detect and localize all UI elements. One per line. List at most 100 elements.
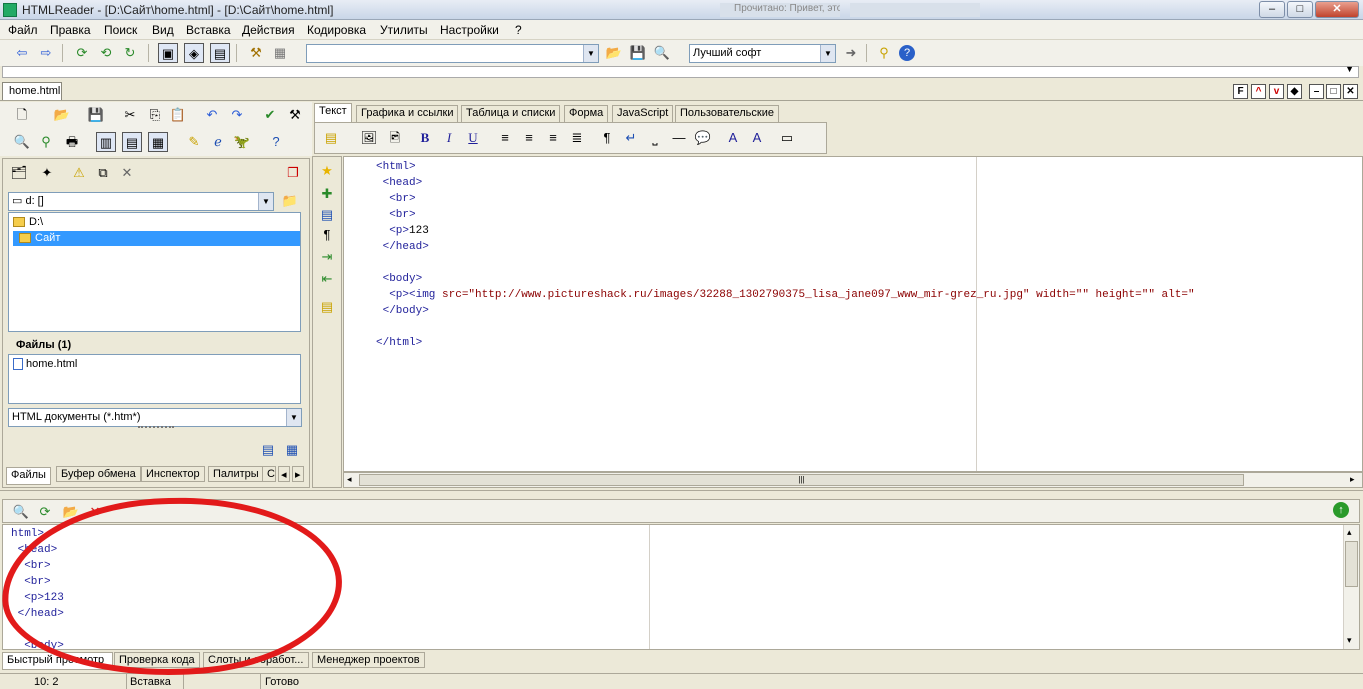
down-icon[interactable]: v — [1269, 84, 1284, 99]
save-icon[interactable]: 💾 — [86, 105, 106, 125]
menu-edit[interactable]: Правка — [50, 23, 91, 37]
tab-slots-handlers[interactable]: Слоты и обработ... — [203, 652, 309, 668]
paragraph-icon[interactable]: ¶ — [317, 225, 337, 245]
layout-3-icon[interactable]: ▦ — [148, 132, 168, 152]
tab-form[interactable]: Форма — [564, 105, 609, 122]
panel-window-icon[interactable]: ❐ — [283, 163, 303, 183]
editor-horizontal-scrollbar[interactable]: ◂ ||| ▸ — [343, 472, 1363, 488]
back-icon[interactable]: ⇦ — [12, 43, 32, 63]
edit-icon[interactable]: ✎ — [184, 132, 204, 152]
scroll-left-icon[interactable]: ◂ — [347, 474, 352, 485]
snippet-icon[interactable]: ▤ — [317, 297, 337, 317]
favorite-icon[interactable]: ★ — [317, 161, 337, 181]
chevron-down-icon[interactable]: ▼ — [820, 45, 835, 62]
preview-vertical-scrollbar[interactable]: ▴ ▾ — [1343, 525, 1359, 649]
menu-search[interactable]: Поиск — [104, 23, 137, 37]
comment-icon[interactable]: 💬 — [693, 128, 713, 148]
close-doc-button[interactable]: ✕ — [1343, 84, 1358, 99]
help-icon[interactable]: ? — [899, 45, 915, 61]
document-icon[interactable]: ▦ — [270, 43, 290, 63]
justify-icon[interactable]: ≣ — [567, 128, 587, 148]
up-icon[interactable]: ^ — [1251, 84, 1266, 99]
font-decrease-icon[interactable]: A — [723, 128, 743, 148]
preview-zoom-icon[interactable]: 🔍 — [11, 502, 31, 522]
zoom-icon[interactable]: 🔍 — [12, 132, 32, 152]
tab-code-check[interactable]: Проверка кода — [114, 652, 200, 668]
chevron-down-icon[interactable]: ▼ — [1345, 64, 1354, 74]
tab-quick-preview[interactable]: Быстрый просмотр — [2, 652, 113, 670]
outdent-icon[interactable]: ⇤ — [317, 269, 337, 289]
maximize-doc-button[interactable]: □ — [1326, 84, 1341, 99]
chevron-down-icon[interactable]: ▼ — [258, 193, 273, 210]
tab-tables-lists[interactable]: Таблица и списки — [461, 105, 561, 122]
background-taskbar-item[interactable]: Прочитано: Привет, это должностной... — [720, 3, 840, 17]
italic-icon[interactable]: I — [439, 128, 459, 148]
drive-select[interactable]: ▭ d: [] ▼ — [8, 192, 274, 211]
detail-view-icon[interactable]: ▦ — [282, 440, 302, 460]
tree-item-site[interactable]: Сайт — [13, 231, 300, 246]
search-icon[interactable]: 🔍 — [652, 43, 672, 63]
bold-icon[interactable]: B — [415, 128, 435, 148]
menu-settings[interactable]: Настройки — [440, 23, 499, 37]
font-increase-icon[interactable]: A — [747, 128, 767, 148]
add-favorite-icon[interactable]: ✚ — [317, 184, 337, 204]
quick-preview[interactable]: html> <head> <br> <br> <p>123 </head> <b… — [2, 524, 1360, 650]
tab-javascript[interactable]: JavaScript — [612, 105, 674, 122]
close-button[interactable]: ✕ — [1315, 1, 1359, 18]
image-2-icon[interactable]: 🖻 — [385, 128, 405, 148]
resize-grip[interactable] — [138, 426, 174, 430]
save-icon[interactable]: 💾 — [628, 43, 648, 63]
help-icon[interactable]: ? — [266, 132, 286, 152]
maximize-button[interactable]: □ — [1287, 1, 1313, 18]
new-file-icon[interactable]: 🗋 — [12, 105, 32, 125]
scroll-up-icon[interactable]: ▴ — [1347, 527, 1352, 538]
redo-icon[interactable]: ↷ — [227, 105, 247, 125]
browser-icon[interactable]: ℯ — [208, 132, 228, 152]
forward-icon[interactable]: ⇨ — [36, 43, 56, 63]
line-break-icon[interactable]: ↵ — [621, 128, 641, 148]
layout-1-icon[interactable]: ▥ — [96, 132, 116, 152]
url-combobox[interactable]: ▼ — [306, 44, 599, 63]
address-strip[interactable]: ▼ — [2, 64, 1359, 78]
menu-actions[interactable]: Действия — [242, 23, 295, 37]
document-tab[interactable]: home.html — [2, 82, 62, 100]
image-icon[interactable]: 🖼 — [359, 128, 379, 148]
preview-refresh-icon[interactable]: ⟳ — [35, 502, 55, 522]
paragraph-icon[interactable]: ¶ — [597, 128, 617, 148]
view-browser-icon[interactable]: ▤ — [210, 43, 230, 63]
scroll-right-icon[interactable]: ▸ — [1350, 474, 1355, 485]
go-icon[interactable]: ➜ — [841, 43, 861, 63]
diamond-icon[interactable]: ◆ — [1287, 84, 1302, 99]
list-view-icon[interactable]: ▤ — [258, 440, 278, 460]
file-item[interactable]: home.html — [13, 357, 77, 371]
folder-browse-icon[interactable]: 📁 — [280, 191, 300, 211]
splitter[interactable] — [0, 490, 1363, 498]
menu-utilities[interactable]: Утилиты — [380, 23, 428, 37]
open-icon[interactable]: 📂 — [52, 105, 72, 125]
preview-open-icon[interactable]: 📂 — [61, 502, 81, 522]
wizard-icon[interactable]: ⚒ — [246, 43, 266, 63]
mozilla-icon[interactable]: 🦖 — [232, 132, 252, 152]
cut-icon[interactable]: ✂ — [120, 105, 140, 125]
tab-palettes[interactable]: Палитры — [208, 466, 264, 482]
tab-scroll-right-icon[interactable]: ▸ — [292, 466, 304, 482]
warning-icon[interactable]: ⚠ — [69, 163, 89, 183]
format-button[interactable]: F — [1233, 84, 1248, 99]
layout-2-icon[interactable]: ▤ — [122, 132, 142, 152]
scroll-down-icon[interactable]: ▾ — [1347, 635, 1352, 646]
minimize-doc-button[interactable]: – — [1309, 84, 1324, 99]
spellcheck-icon[interactable]: ✔ — [260, 105, 280, 125]
tab-inspector[interactable]: Инспектор — [141, 466, 205, 482]
undo-icon[interactable]: ↶ — [202, 105, 222, 125]
preview-close-icon[interactable]: ✕ — [85, 502, 105, 522]
refresh-icon[interactable]: ⟳ — [72, 43, 92, 63]
copy-icon[interactable]: ⎘ — [145, 105, 165, 125]
tab-more[interactable]: С — [262, 466, 276, 482]
tab-text[interactable]: Текст — [314, 103, 352, 122]
nbsp-icon[interactable]: ⎵ — [645, 128, 665, 148]
insert-template-icon[interactable]: ▤ — [321, 128, 341, 148]
close-icon[interactable]: ✕ — [117, 163, 137, 183]
reload-icon[interactable]: ↻ — [120, 43, 140, 63]
print-icon[interactable]: 🖶 — [62, 132, 82, 152]
menu-encoding[interactable]: Кодировка — [307, 23, 366, 37]
